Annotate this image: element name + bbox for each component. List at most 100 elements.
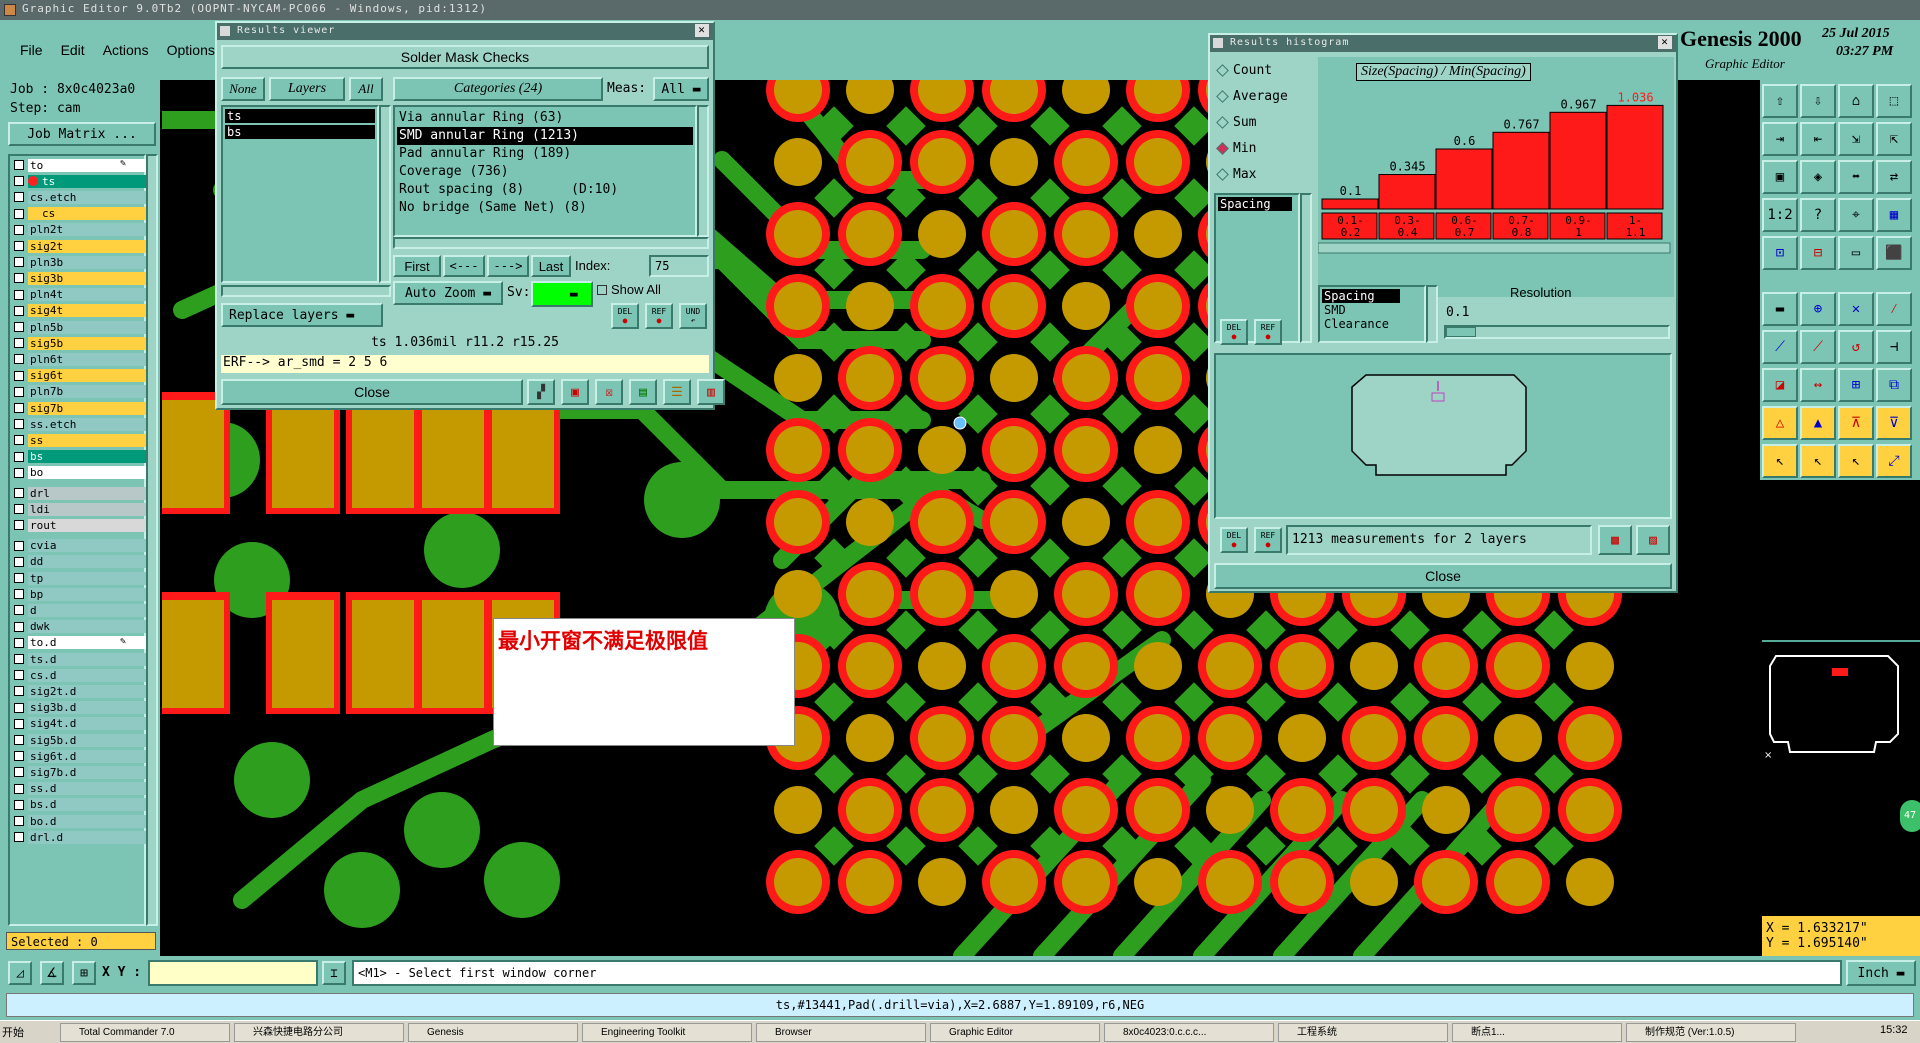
tool-icon[interactable]: ↖ [1762, 444, 1798, 478]
tool-icon[interactable]: ⟋ [1762, 330, 1798, 364]
tool-icon[interactable]: ◈ [1800, 160, 1836, 194]
layer-checkbox[interactable] [14, 451, 24, 462]
layer-checkbox[interactable] [14, 386, 24, 397]
histogram-bar[interactable] [1492, 131, 1550, 210]
layer-row[interactable]: pln3b [14, 255, 146, 269]
layer-checkbox[interactable] [14, 322, 24, 332]
layer-row[interactable]: pln4t [14, 288, 146, 302]
layer-name[interactable]: ss.d [28, 782, 146, 796]
radio-diamond-icon[interactable] [1216, 142, 1229, 155]
category-item[interactable]: Via annular Ring (63) [397, 109, 693, 127]
tool-icon[interactable]: ⧉ [1876, 368, 1912, 402]
layer-name[interactable]: pln3b [28, 255, 146, 269]
categories-scrollbar-h[interactable] [393, 237, 709, 249]
side-badge[interactable]: 47 [1900, 800, 1920, 832]
hist-ref-button[interactable]: REF ● [1254, 319, 1282, 345]
layer-name[interactable]: ts [28, 174, 146, 188]
layer-checkbox[interactable] [14, 192, 24, 203]
layer-row[interactable]: cs [14, 207, 146, 221]
next-button[interactable]: ---> [487, 255, 529, 277]
layer-name[interactable]: sig4t.d [28, 717, 146, 731]
index-input[interactable]: 75 [649, 255, 709, 277]
layer-row[interactable]: to ✎ [14, 158, 146, 172]
tool-icon[interactable]: ⊟ [1800, 236, 1836, 270]
tool-icon[interactable]: ⇲ [1838, 122, 1874, 156]
layer-checkbox[interactable] [14, 208, 24, 219]
layer-checkbox[interactable] [14, 224, 24, 235]
ref-button[interactable]: REF ● [645, 303, 673, 329]
layer-checkbox[interactable] [14, 435, 24, 446]
tool-icon[interactable]: ▲ [1800, 406, 1836, 440]
layer-checkbox[interactable] [14, 686, 24, 697]
layer-row[interactable]: bs [14, 450, 146, 464]
tool-icon[interactable]: ? [1800, 198, 1836, 232]
tool-icon[interactable]: ⊽ [1876, 406, 1912, 440]
tool-icon[interactable]: ⇄ [1876, 160, 1912, 194]
histogram-close-button[interactable]: Close [1214, 563, 1672, 589]
layer-row[interactable]: ldi [14, 502, 146, 516]
tool-icon[interactable]: ⇱ [1876, 122, 1912, 156]
prev-button[interactable]: <--- [443, 255, 485, 277]
tool-icon[interactable]: ⤢ [1876, 444, 1912, 478]
aggregate-radio[interactable]: Average [1216, 89, 1288, 104]
hist-del-button[interactable]: DEL ● [1220, 319, 1248, 345]
preview-del-button[interactable]: DEL ● [1220, 527, 1248, 553]
tool-icon[interactable]: ⊡ [1762, 236, 1798, 270]
export-icon[interactable]: ▞ [527, 379, 555, 405]
layer-checkbox[interactable] [14, 403, 24, 413]
layer-name[interactable]: d [28, 603, 146, 617]
layer-name[interactable]: drl.d [28, 830, 146, 844]
auto-zoom-select[interactable]: Auto Zoom ▬ [393, 281, 503, 305]
layer-checkbox[interactable] [14, 370, 24, 381]
layer-row[interactable]: sig7b [14, 401, 146, 415]
taskbar-item[interactable]: 断点1... [1452, 1023, 1622, 1042]
layer-row[interactable]: dwk [14, 620, 146, 634]
close-icon[interactable]: ✕ [695, 24, 709, 37]
tool-icon[interactable]: △ [1762, 406, 1798, 440]
all-layers-button[interactable]: All [349, 77, 383, 101]
tool-icon[interactable]: ↖ [1838, 444, 1874, 478]
info-icon[interactable]: ⌶ [322, 961, 346, 985]
resolution-type-item[interactable]: SMD [1322, 303, 1422, 317]
layer-list-scrollbar-v[interactable] [379, 105, 391, 283]
layer-row[interactable]: sig2t.d [14, 684, 146, 698]
layer-name[interactable]: cs.d [28, 668, 146, 682]
tool-icon[interactable]: ⬚ [1876, 84, 1912, 118]
layer-row[interactable]: cs.d [14, 668, 146, 682]
layer-row[interactable]: pln6t [14, 352, 146, 366]
layer-name[interactable]: ss [28, 433, 146, 447]
layer-name[interactable]: dd [28, 555, 146, 569]
layer-checkbox[interactable] [14, 799, 24, 810]
layer-name[interactable]: sig4t [28, 304, 146, 318]
layer-name[interactable]: pln5b [28, 320, 146, 334]
taskbar-item[interactable]: Total Commander 7.0 [60, 1023, 230, 1042]
aggregate-radio[interactable]: Min [1216, 141, 1256, 156]
tool-icon[interactable]: ▦ [1876, 198, 1912, 232]
units-select[interactable]: Inch ▬ [1846, 960, 1916, 986]
tool-icon[interactable]: ▣ [1762, 160, 1798, 194]
layer-checkbox[interactable] [14, 637, 24, 648]
layer-row[interactable]: pln5b [14, 320, 146, 334]
layer-row[interactable]: sig6t [14, 369, 146, 383]
tool-icon[interactable]: ⊕ [1800, 292, 1836, 326]
layer-name[interactable]: bs.d [28, 798, 146, 812]
layer-name[interactable]: drl [28, 486, 146, 500]
layer-name[interactable]: sig7b.d [28, 765, 146, 779]
layer-results-list[interactable]: ts bs [221, 105, 379, 283]
layer-checkbox[interactable] [14, 589, 24, 600]
layer-checkbox[interactable] [14, 702, 24, 713]
tool-icon[interactable]: ⬛ [1876, 236, 1912, 270]
layer-checkbox[interactable] [14, 241, 24, 251]
layer-name[interactable]: pln7b [28, 385, 146, 399]
layer-name[interactable]: cvia [28, 539, 146, 553]
layer-name[interactable]: bp [28, 587, 146, 601]
layer-name[interactable]: sig5b [28, 336, 146, 350]
histogram-icon[interactable]: ▥ [697, 379, 725, 405]
category-item[interactable]: Pad annular Ring (189) [397, 145, 693, 163]
layer-row[interactable]: bo [14, 466, 146, 480]
resolution-type-item[interactable]: Clearance [1322, 317, 1422, 331]
layer-name[interactable]: cs.etch [28, 190, 146, 204]
tool-icon[interactable]: ⊣ [1876, 330, 1912, 364]
tool-icon[interactable]: ⬌ [1838, 160, 1874, 194]
taskbar-item[interactable]: 兴森快捷电路分公司 [234, 1023, 404, 1042]
